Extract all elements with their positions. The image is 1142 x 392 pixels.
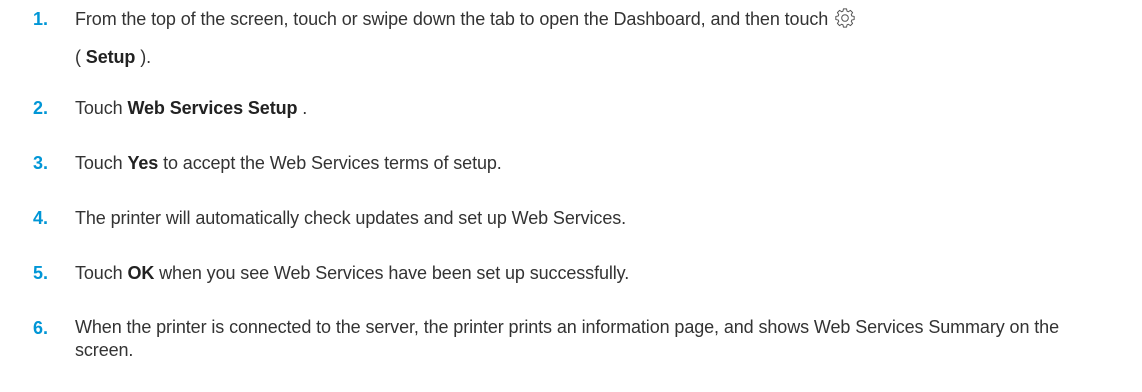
step-bold-term: Web Services Setup — [127, 98, 298, 118]
step-paren-open: ( — [75, 47, 86, 67]
step-number: 3. — [33, 153, 49, 173]
setup-steps-list: 1. From the top of the screen, touch or … — [0, 0, 1142, 392]
step-text-before: Touch — [75, 153, 128, 173]
step-text-after: when you see Web Services have been set … — [154, 263, 630, 283]
step-bold-term: OK — [127, 263, 155, 283]
step-text-before: Touch — [75, 263, 128, 283]
step-paren-close: ). — [135, 47, 152, 67]
step-text: Touch Web Services Setup . — [75, 96, 1120, 120]
step-text: From the top of the screen, touch or swi… — [75, 0, 1120, 76]
step-text: Touch OK when you see Web Services have … — [75, 261, 1120, 285]
step-number: 6. — [33, 318, 49, 338]
gear-icon — [834, 4, 856, 28]
step-text-after: . — [297, 98, 308, 118]
step-text-before: Touch — [75, 98, 128, 118]
step-number: 5. — [33, 263, 49, 283]
step-text: Touch Yes to accept the Web Services ter… — [75, 151, 1120, 175]
step-text: When the printer is connected to the ser… — [75, 317, 1059, 360]
step-number: 2. — [33, 98, 49, 118]
step-number: 4. — [33, 208, 49, 228]
step-text-after: to accept the Web Services terms of setu… — [158, 153, 502, 173]
step-bold-term: Yes — [127, 153, 159, 173]
step-number: 1. — [33, 9, 49, 29]
step-bold-term: Setup — [85, 47, 136, 67]
step-text-before: From the top of the screen, touch or swi… — [75, 9, 829, 29]
step-text: The printer will automatically check upd… — [75, 208, 627, 228]
